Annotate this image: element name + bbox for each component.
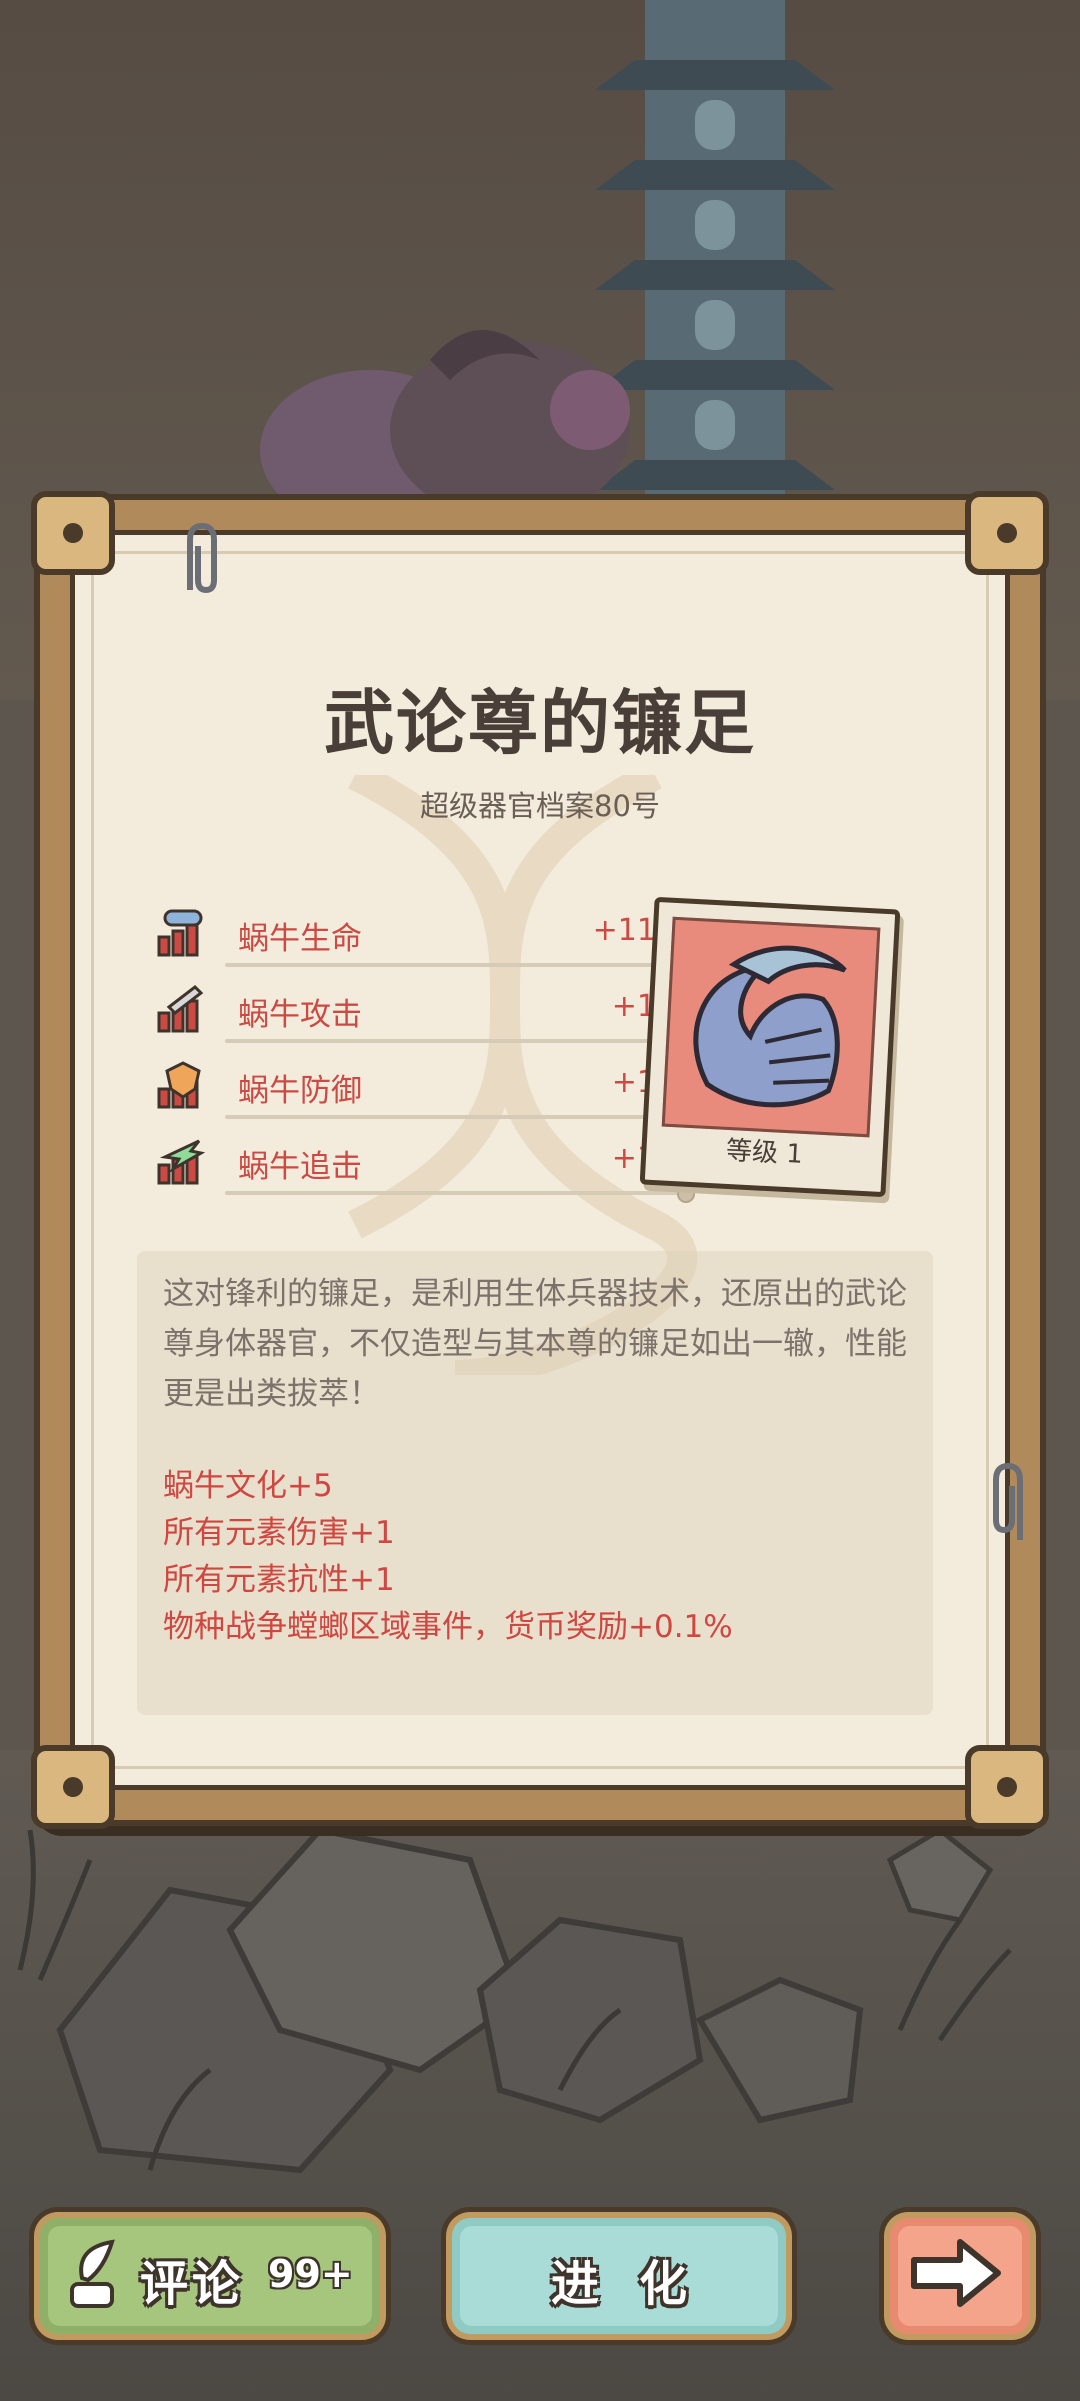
bonus-list: 蜗牛文化+5 所有元素伤害+1 所有元素抗性+1 物种战争螳螂区域事件，货币奖励…: [163, 1463, 907, 1651]
stat-row-pursuit: 蜗牛追击 +15: [155, 1133, 695, 1209]
stat-row-attack: 蜗牛攻击 +15: [155, 981, 695, 1057]
card-paper: 武论尊的镰足 超级器官档案80号 蜗牛生命 +110 蜗牛攻击 +15 蜗牛防御…: [70, 530, 1010, 1790]
organ-description: 这对锋利的镰足，是利用生体兵器技术，还原出的武论尊身体器官，不仅造型与其本尊的镰…: [163, 1276, 907, 1412]
snail-defense-icon: [157, 1061, 201, 1109]
paper-clip-icon: [187, 522, 217, 594]
stat-divider: [225, 1191, 689, 1195]
bonus-item: 所有元素抗性+1: [163, 1562, 395, 1598]
card-subtitle: 超级器官档案80号: [420, 789, 660, 823]
frame-corner-icon: [965, 1745, 1049, 1829]
bonus-item: 蜗牛文化+5: [163, 1468, 333, 1504]
sickle-foot-icon: [693, 945, 847, 1108]
arrow-right-icon: [911, 2239, 1001, 2307]
description-box: 这对锋利的镰足，是利用生体兵器技术，还原出的武论尊身体器官，不仅造型与其本尊的镰…: [137, 1251, 933, 1715]
evolve-label: 进化: [550, 2256, 727, 2312]
comment-count: 99+: [268, 2252, 353, 2296]
bonus-item: 所有元素伤害+1: [163, 1515, 395, 1551]
stat-label: 蜗牛生命: [238, 921, 362, 957]
stat-row-health: 蜗牛生命 +110: [155, 905, 695, 981]
frame-corner-icon: [965, 491, 1049, 575]
stat-divider: [225, 1115, 689, 1119]
quill-icon: [70, 2239, 115, 2308]
frame-corner-icon: [31, 1745, 115, 1829]
comment-button[interactable]: 评论 99+: [40, 2218, 380, 2334]
snail-attack-icon: [157, 985, 204, 1033]
evolve-button[interactable]: 进化: [452, 2218, 786, 2334]
stat-label: 蜗牛攻击: [238, 997, 362, 1033]
stat-row-defense: 蜗牛防御 +11: [155, 1057, 695, 1133]
stat-divider: [225, 963, 689, 967]
organ-photo: 等级 1: [639, 896, 901, 1198]
paper-clip-icon: [993, 1462, 1023, 1540]
stat-list: 蜗牛生命 +110 蜗牛攻击 +15 蜗牛防御 +11 蜗牛追击: [155, 905, 695, 1209]
organ-image: [661, 916, 881, 1138]
stat-divider-dot: [677, 1185, 695, 1203]
bonus-item: 物种战争螳螂区域事件，货币奖励+0.1%: [163, 1609, 733, 1645]
background-rocks: [17, 1826, 1012, 2174]
snail-health-icon: [157, 909, 203, 957]
snail-pursuit-icon: [157, 1139, 206, 1185]
stat-divider: [225, 1039, 689, 1043]
stat-label: 蜗牛防御: [238, 1073, 362, 1109]
frame-corner-icon: [31, 491, 115, 575]
organ-card: 武论尊的镰足 超级器官档案80号 蜗牛生命 +110 蜗牛攻击 +15 蜗牛防御…: [31, 491, 1049, 1829]
comment-label: 评论: [140, 2256, 245, 2312]
card-title: 武论尊的镰足: [324, 682, 756, 764]
stat-label: 蜗牛追击: [238, 1149, 362, 1185]
next-button[interactable]: [890, 2218, 1030, 2334]
